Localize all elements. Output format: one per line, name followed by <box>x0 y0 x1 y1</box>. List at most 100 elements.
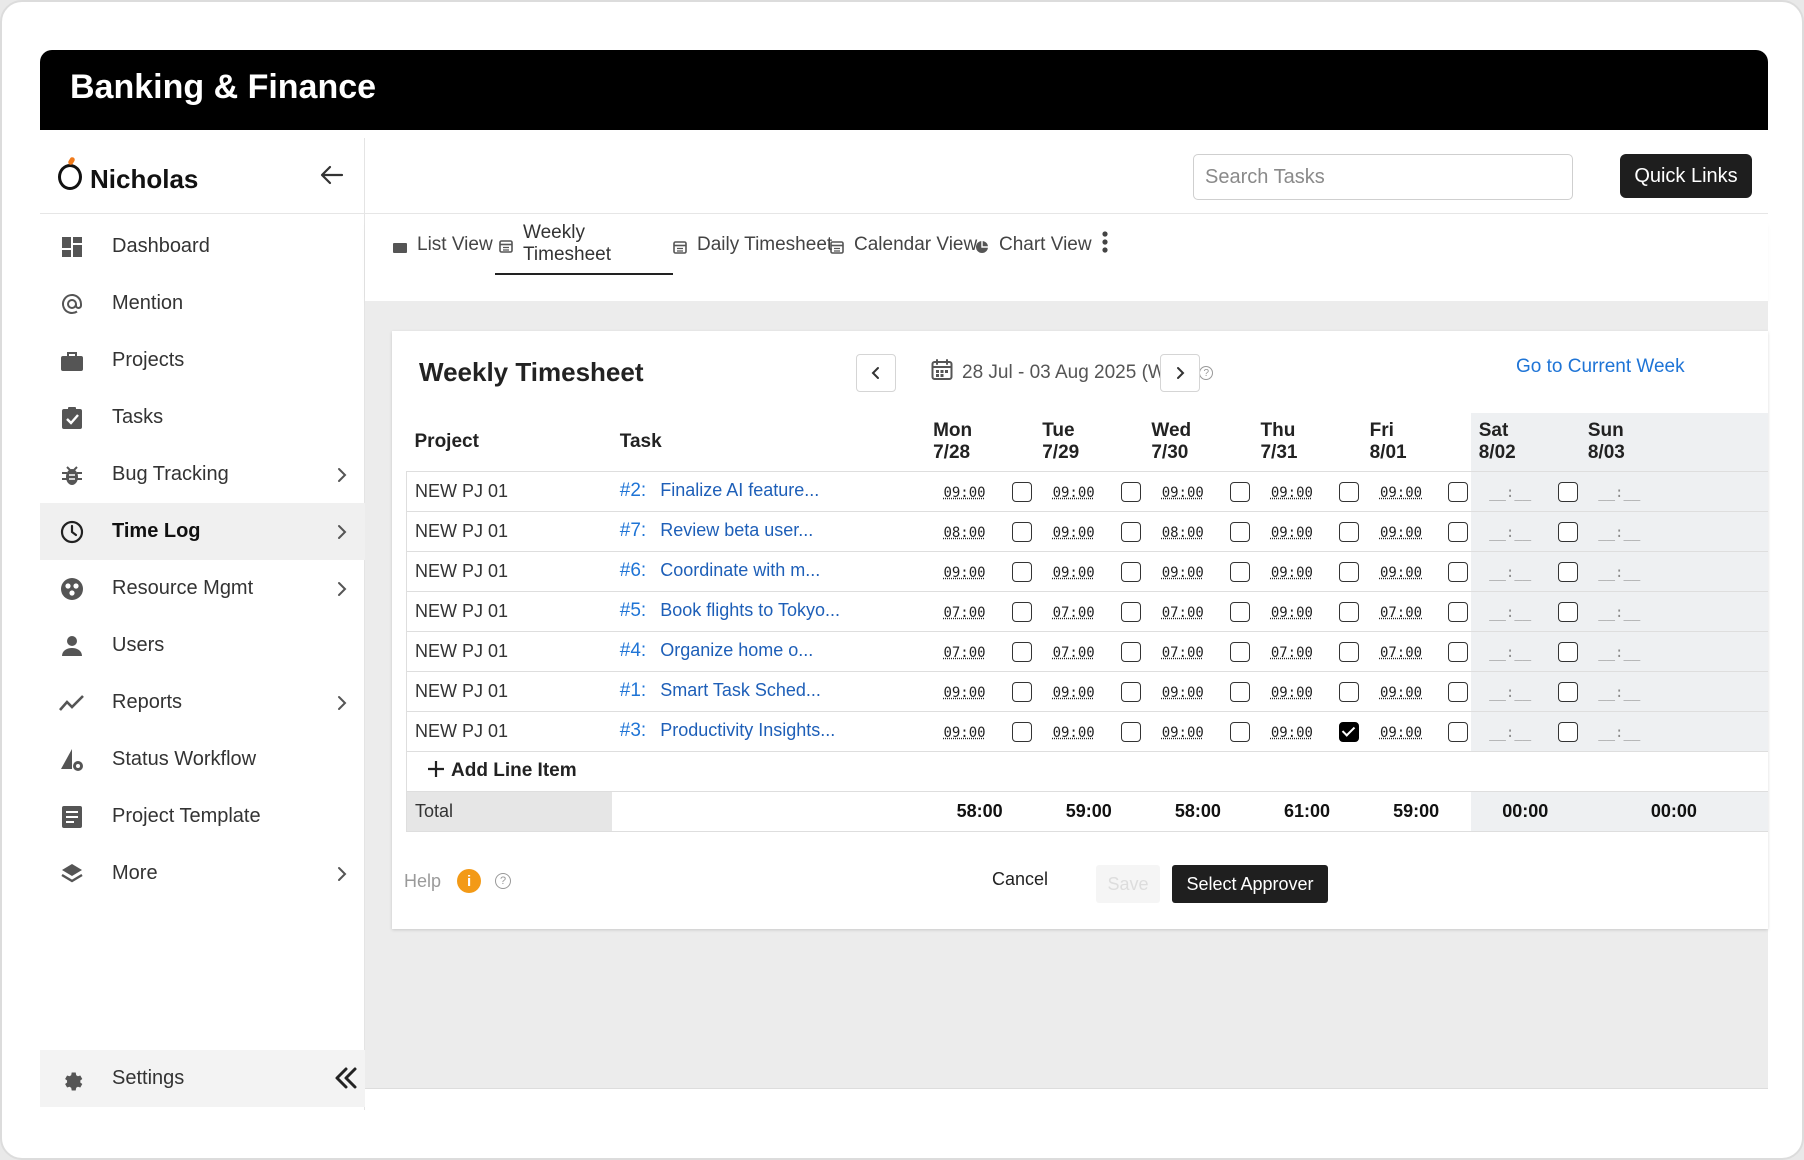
day-checkbox[interactable] <box>1011 681 1032 702</box>
day-checkbox[interactable] <box>1230 521 1251 542</box>
sidebar-item-projects[interactable]: Projects <box>40 332 365 389</box>
time-value[interactable]: 09:00 <box>1271 725 1313 741</box>
time-entry-wed[interactable]: 09:00 <box>1143 710 1223 751</box>
task-id[interactable]: #3: <box>620 720 646 741</box>
time-entry-sat[interactable]: __:__ <box>1470 630 1550 671</box>
time-value[interactable]: __:__ <box>1598 645 1640 661</box>
day-checkbox[interactable] <box>1011 481 1032 502</box>
day-checkbox[interactable] <box>1011 521 1032 542</box>
day-checkbox[interactable] <box>1557 521 1578 542</box>
day-checkbox[interactable] <box>1339 601 1360 622</box>
time-value[interactable]: 07:00 <box>1380 645 1422 661</box>
time-entry-sat[interactable]: __:__ <box>1470 670 1550 711</box>
day-checkbox[interactable] <box>1230 601 1251 622</box>
time-value[interactable]: __:__ <box>1598 525 1640 541</box>
time-value[interactable]: 09:00 <box>1053 685 1095 701</box>
time-entry-wed[interactable]: 09:00 <box>1143 470 1223 511</box>
task-name-link[interactable]: Productivity Insights... <box>660 720 835 740</box>
time-value[interactable]: 09:00 <box>1380 685 1422 701</box>
time-entry-wed[interactable]: 08:00 <box>1143 510 1223 551</box>
back-arrow-icon[interactable] <box>317 160 347 190</box>
day-checkbox[interactable] <box>1011 561 1032 582</box>
time-entry-wed[interactable]: 09:00 <box>1143 550 1223 591</box>
add-line-item-button[interactable]: Add Line Item <box>415 760 577 782</box>
time-value[interactable]: 09:00 <box>1271 605 1313 621</box>
time-entry-sun[interactable]: __:__ <box>1579 710 1659 751</box>
info-icon[interactable]: i <box>457 869 482 893</box>
time-value[interactable]: 07:00 <box>1162 645 1204 661</box>
task-cell[interactable]: #1: Smart Task Sched... <box>611 670 926 711</box>
time-entry-wed[interactable]: 07:00 <box>1143 630 1223 671</box>
day-checkbox[interactable] <box>1230 681 1251 702</box>
time-value[interactable]: 09:00 <box>943 725 985 741</box>
time-value[interactable]: 09:00 <box>943 685 985 701</box>
tab-daily-timesheet[interactable]: Daily Timesheet <box>673 215 832 275</box>
day-checkbox[interactable] <box>1230 481 1251 502</box>
time-value[interactable]: __:__ <box>1489 485 1531 501</box>
time-entry-tue[interactable]: 09:00 <box>1034 510 1114 551</box>
time-entry-sat[interactable]: __:__ <box>1470 710 1550 751</box>
time-value[interactable]: 09:00 <box>1053 525 1095 541</box>
sidebar-item-dashboard[interactable]: Dashboard <box>40 218 365 275</box>
time-value[interactable]: 08:00 <box>1162 525 1204 541</box>
time-entry-tue[interactable]: 09:00 <box>1034 670 1114 711</box>
time-entry-thu[interactable]: 09:00 <box>1252 510 1332 551</box>
task-cell[interactable]: #4: Organize home o... <box>611 630 926 671</box>
time-entry-thu[interactable]: 09:00 <box>1252 590 1332 631</box>
time-entry-fri[interactable]: 07:00 <box>1361 630 1441 671</box>
time-value[interactable]: 09:00 <box>1380 485 1422 501</box>
question-icon[interactable]: ? <box>495 873 512 889</box>
sidebar-item-mention[interactable]: Mention <box>40 275 365 332</box>
time-value[interactable]: 09:00 <box>1053 565 1095 581</box>
day-checkbox[interactable] <box>1557 641 1578 662</box>
collapse-sidebar-icon[interactable] <box>333 1064 359 1097</box>
time-value[interactable]: 09:00 <box>1380 565 1422 581</box>
tab-chart-view[interactable]: Chart View <box>975 215 1092 275</box>
day-checkbox[interactable] <box>1557 601 1578 622</box>
time-entry-sat[interactable]: __:__ <box>1470 470 1550 511</box>
time-value[interactable]: 07:00 <box>943 605 985 621</box>
time-entry-fri[interactable]: 09:00 <box>1361 550 1441 591</box>
time-value[interactable]: __:__ <box>1489 725 1531 741</box>
time-value[interactable]: 09:00 <box>1380 525 1422 541</box>
time-entry-sat[interactable]: __:__ <box>1470 590 1550 631</box>
time-value[interactable]: 09:00 <box>1053 725 1095 741</box>
time-value[interactable]: __:__ <box>1598 605 1640 621</box>
time-entry-tue[interactable]: 09:00 <box>1034 550 1114 591</box>
time-value[interactable]: 09:00 <box>1271 525 1313 541</box>
task-name-link[interactable]: Book flights to Tokyo... <box>660 600 840 620</box>
day-checkbox[interactable] <box>1448 721 1469 742</box>
day-checkbox[interactable] <box>1448 521 1469 542</box>
time-value[interactable]: 07:00 <box>1380 605 1422 621</box>
task-id[interactable]: #4: <box>620 640 646 661</box>
tab-calendar-view[interactable]: Calendar View <box>830 215 977 275</box>
time-entry-sun[interactable]: __:__ <box>1579 590 1659 631</box>
time-value[interactable]: __:__ <box>1489 565 1531 581</box>
day-checkbox[interactable] <box>1448 601 1469 622</box>
sidebar-item-reports[interactable]: Reports <box>40 674 365 731</box>
task-id[interactable]: #7: <box>620 520 646 541</box>
day-checkbox[interactable] <box>1121 561 1142 582</box>
day-checkbox[interactable] <box>1557 681 1578 702</box>
task-id[interactable]: #1: <box>620 680 646 701</box>
time-value[interactable]: __:__ <box>1598 485 1640 501</box>
day-checkbox[interactable] <box>1339 481 1360 502</box>
time-entry-mon[interactable]: 09:00 <box>925 470 1004 511</box>
time-value[interactable]: 09:00 <box>1162 565 1204 581</box>
cancel-button[interactable]: Cancel <box>992 869 1048 890</box>
task-cell[interactable]: #2: Finalize AI feature... <box>611 470 926 511</box>
day-checkbox[interactable] <box>1230 721 1251 742</box>
day-checkbox[interactable] <box>1557 481 1578 502</box>
time-entry-fri[interactable]: 09:00 <box>1361 670 1441 711</box>
day-checkbox[interactable] <box>1011 721 1032 742</box>
time-entry-mon[interactable]: 09:00 <box>925 710 1004 751</box>
time-value[interactable]: 09:00 <box>1162 725 1204 741</box>
time-entry-fri[interactable]: 07:00 <box>1361 590 1441 631</box>
select-approver-button[interactable]: Select Approver <box>1172 865 1328 903</box>
time-entry-wed[interactable]: 09:00 <box>1143 670 1223 711</box>
day-checkbox[interactable] <box>1339 561 1360 582</box>
time-entry-sun[interactable]: __:__ <box>1579 670 1659 711</box>
time-entry-fri[interactable]: 09:00 <box>1361 470 1441 511</box>
day-checkbox[interactable] <box>1230 641 1251 662</box>
time-entry-tue[interactable]: 07:00 <box>1034 590 1114 631</box>
